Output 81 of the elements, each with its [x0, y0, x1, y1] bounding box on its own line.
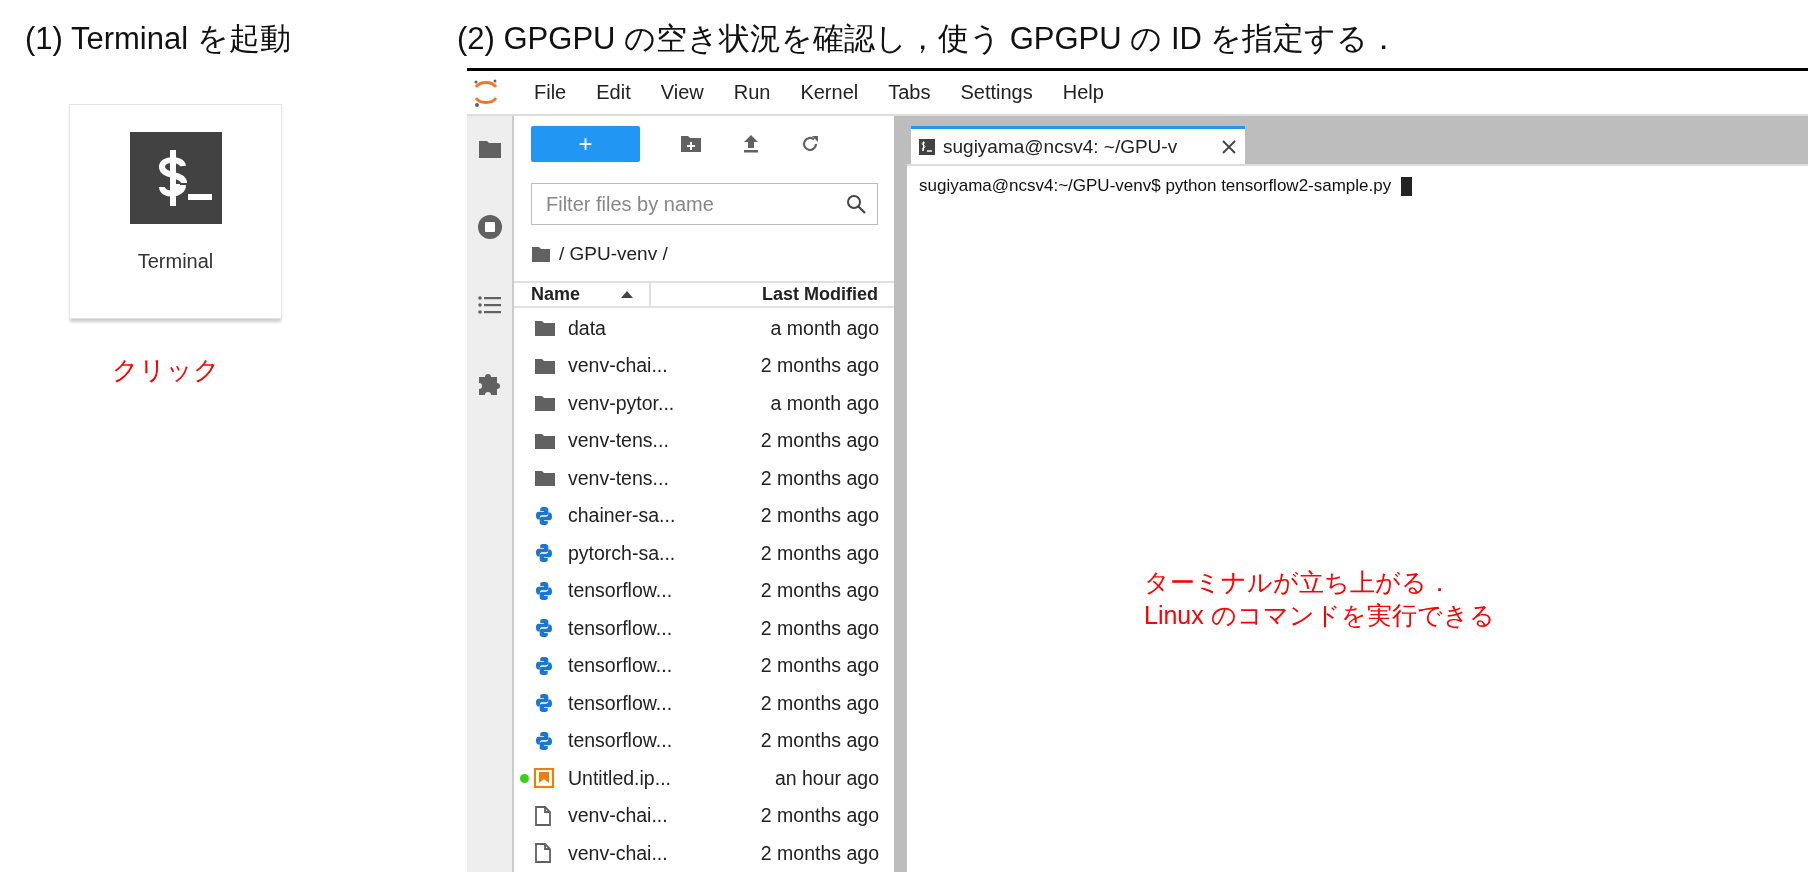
file-icon: [534, 843, 552, 864]
folder-icon: [531, 245, 551, 263]
file-name[interactable]: data: [568, 316, 771, 340]
terminal-screen[interactable]: sugiyama@ncsv4:~/GPU-venv$ python tensorflow2-sample.py ターミナルが立ち上がる． Linux のコマンドを実行できる: [907, 164, 1808, 872]
file-name[interactable]: tensorflow...: [568, 579, 761, 603]
python-file-icon: [534, 543, 554, 564]
column-header[interactable]: Name: [514, 283, 651, 306]
filter-field[interactable]: Filter files by name: [531, 183, 878, 225]
file-name[interactable]: pytorch-sa...: [568, 541, 761, 565]
python-file-icon: [534, 730, 554, 751]
modified-time: 2 months ago: [760, 654, 879, 678]
launcher-label: Terminal: [137, 250, 214, 273]
modified-time: 2 months ago: [760, 729, 879, 753]
file-name[interactable]: tensorflow...: [568, 654, 761, 678]
new-folder-icon[interactable]: [680, 135, 702, 153]
file-name[interactable]: venv-tens...: [568, 429, 761, 453]
notebook-icon: [534, 768, 554, 789]
python-file-icon: [534, 505, 554, 526]
modified-time: 2 months ago: [760, 504, 879, 528]
python-file-icon: [534, 693, 554, 714]
sort-ascending-icon: [621, 290, 633, 298]
modified-time: 2 months ago: [760, 616, 879, 640]
file-name[interactable]: venv-tens...: [568, 466, 761, 490]
folder-icon: [534, 319, 556, 338]
folder-icon: [534, 356, 556, 375]
step-heading: (2) GPGPU の空き状況を確認し，使う GPGPU の ID を指定する．: [456, 20, 1401, 58]
file-name[interactable]: venv-chai...: [568, 804, 761, 828]
modified-time: 2 months ago: [760, 841, 879, 865]
menu-item[interactable]: Settings: [945, 81, 1048, 104]
menu-item[interactable]: Run: [718, 81, 786, 104]
python-file-icon: [534, 655, 554, 676]
modified-time: 2 months ago: [760, 541, 879, 565]
step-heading: (1) Terminal を起動: [25, 20, 292, 58]
close-icon[interactable]: [1221, 138, 1237, 155]
file-name[interactable]: venv-chai...: [568, 841, 761, 865]
terminal-launcher-card[interactable]: Terminal: [69, 104, 282, 319]
file-name[interactable]: venv-pytor...: [568, 391, 771, 415]
folder-icon: [534, 469, 556, 488]
command-line: sugiyama@ncsv4:~/GPU-venv$ python tensorflow2-sample.py: [919, 176, 1392, 196]
modified-time: a month ago: [770, 391, 879, 415]
modified-time: an hour ago: [774, 766, 879, 790]
folder-icon[interactable]: [477, 139, 502, 159]
terminal-icon: [129, 132, 222, 224]
terminal-tab[interactable]: sugiyama@ncsv4: ~/GPU-v: [911, 126, 1245, 164]
modified-time: 2 months ago: [760, 429, 879, 453]
modified-time: a month ago: [770, 316, 879, 340]
file-name[interactable]: tensorflow...: [568, 729, 761, 753]
menu-item[interactable]: Edit: [581, 81, 646, 104]
stop-icon[interactable]: [476, 214, 503, 240]
menu-item[interactable]: View: [645, 81, 719, 104]
modified-time: 2 months ago: [760, 466, 879, 490]
column-header[interactable]: Last Modified: [651, 283, 894, 306]
file-name[interactable]: tensorflow...: [568, 616, 761, 640]
app-logo-icon: [473, 77, 499, 108]
python-file-icon: [534, 580, 554, 601]
file-icon: [534, 805, 552, 826]
modified-time: 2 months ago: [760, 691, 879, 715]
upload-icon[interactable]: [742, 134, 760, 154]
python-file-icon: [534, 618, 554, 639]
list-icon[interactable]: [477, 295, 502, 315]
file-name[interactable]: tensorflow...: [568, 691, 761, 715]
modified-time: 2 months ago: [760, 804, 879, 828]
folder-icon: [534, 394, 556, 413]
menu-item[interactable]: Kernel: [785, 81, 874, 104]
menu-item[interactable]: Tabs: [873, 81, 946, 104]
annotation-text: Linux のコマンドを実行できる: [1144, 599, 1496, 631]
terminal-icon: [919, 138, 935, 155]
annotation-text: クリック: [112, 354, 221, 387]
menu-item[interactable]: Help: [1047, 81, 1119, 104]
modified-time: 2 months ago: [760, 354, 879, 378]
folder-icon: [534, 431, 556, 450]
breadcrumb-path[interactable]: / GPU-venv /: [559, 243, 668, 265]
file-name[interactable]: Untitled.ip...: [568, 766, 775, 790]
modified-time: 2 months ago: [760, 579, 879, 603]
search-icon: [846, 194, 866, 214]
cursor-block-icon: [1401, 176, 1413, 196]
annotation-text: ターミナルが立ち上がる．: [1144, 567, 1453, 598]
refresh-icon[interactable]: [800, 134, 820, 154]
file-name[interactable]: chainer-sa...: [568, 504, 761, 528]
file-name[interactable]: venv-chai...: [568, 354, 761, 378]
menu-item[interactable]: File: [519, 81, 582, 104]
